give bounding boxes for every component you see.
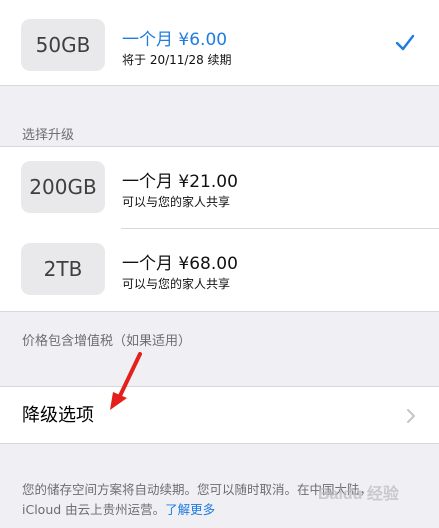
plan-price: 一个月 ¥21.00 — [122, 172, 238, 192]
downgrade-options-label: 降级选项 — [22, 405, 94, 426]
tax-note: 价格包含增值税（如果适用） — [22, 334, 192, 349]
current-plan-group: 50GB 一个月 ¥6.00 将于 20/11/28 续期 — [0, 0, 439, 86]
checkmark-icon — [395, 34, 415, 51]
learn-more-link[interactable]: 了解更多 — [165, 502, 215, 517]
family-share-note: 可以与您的家人共享 — [122, 277, 231, 291]
watermark: Baidu 经验 — [318, 486, 399, 503]
plan-size-badge: 200GB — [21, 161, 105, 213]
chevron-right-icon — [407, 409, 415, 423]
family-share-note: 可以与您的家人共享 — [122, 195, 231, 209]
plan-price: 一个月 ¥68.00 — [122, 254, 238, 274]
downgrade-options-row[interactable]: 降级选项 — [0, 386, 439, 444]
plan-size-badge: 50GB — [21, 19, 105, 71]
plan-size-badge: 2TB — [21, 243, 105, 295]
current-plan-row[interactable]: 50GB 一个月 ¥6.00 将于 20/11/28 续期 — [0, 0, 439, 87]
footer-line-2-text: iCloud 由云上贵州运营。 — [22, 502, 166, 517]
upgrade-plans-group: 200GB 一个月 ¥21.00 可以与您的家人共享 2TB 一个月 ¥68.0… — [0, 146, 439, 312]
plan-price: 一个月 ¥6.00 — [122, 30, 228, 50]
upgrade-section-header: 选择升级 — [22, 128, 75, 143]
renew-note: 将于 20/11/28 续期 — [122, 53, 232, 67]
annotation-arrow-icon — [110, 352, 142, 410]
plan-row-2tb[interactable]: 2TB 一个月 ¥68.00 可以与您的家人共享 — [0, 229, 439, 311]
plan-row-200gb[interactable]: 200GB 一个月 ¥21.00 可以与您的家人共享 — [0, 147, 439, 229]
